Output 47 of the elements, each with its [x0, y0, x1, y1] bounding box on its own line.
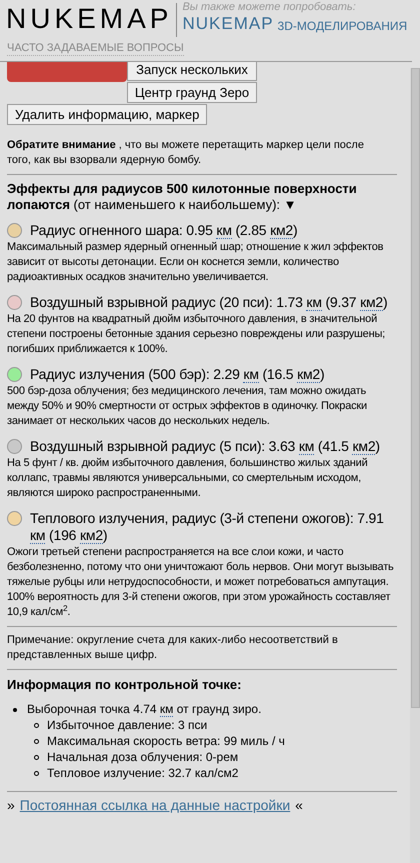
checkpoint-item: Выборочная точка 4.74 км от граунд зиро. [27, 701, 262, 717]
effect-description: На 5 фунт / кв. дюйм избыточного давления, большинство жилых зданий коллапс, травмы являются универсальными, со смертельным исходом, являются широко распространенными. [7, 456, 369, 501]
effect-title: Воздушный взрывной радиус (5 пси): 3.63 км (41.5 км2) [30, 438, 380, 455]
circle-bullet-icon [34, 755, 39, 760]
effect-title: Радиус излучения (500 бэр): 2.29 км (16.5 км2) [30, 366, 324, 383]
circle-bullet-icon [34, 723, 39, 728]
unit-abbreviation: км [216, 222, 232, 239]
site-logo[interactable]: NUKEMAP [0, 0, 172, 36]
scrollbar-track[interactable] [410, 68, 420, 863]
effect-description: Ожоги третьей степени распространяется на все слои кожи, и часто безболезненно, потому что они уничтожают боль нервов. Они могут вызывать тяжелые рубцы или нетрудоспособности, и может потребоваться ампутация. 100% вероятность для 3-й степени ожогов, при этом урожайность составляет 10,9 кал/см$^{2}$. [7, 545, 395, 620]
rounding-note: Примечание: округление счета для каких-либо несоответствий в представленных выше цифр. [7, 633, 339, 663]
link-marker: « [295, 796, 303, 814]
circle-bullet-icon [34, 739, 39, 744]
unit-abbreviation: км2 [360, 294, 383, 311]
unit-abbreviation: км2 [352, 438, 376, 455]
effect-description: На 20 фунтов на квадратный дюйм избыточного давления, в значительной степени построены бетонные здания серьезно повреждены или разрушены; погибших приближается к 100%. [7, 312, 386, 357]
checkpoint-subitem: Максимальная скорость ветра: 99 миль / ч [47, 733, 285, 749]
circle-bullet-icon [34, 771, 39, 776]
checkpoint-subitem: Тепловое излучение: 32.7 кал/см2 [47, 765, 238, 781]
effect-title: Воздушный взрывной радиус (20 пси): 1.73 км (9.37 км2) [30, 294, 388, 311]
unit-abbreviation: км [243, 366, 259, 383]
nav-link[interactable]: NUKEMAP [182, 14, 274, 34]
effect-title: Теплового излучения, радиус (3-й степени ожогов): 7.91 км (196 км2) [30, 510, 385, 544]
effect-title: Радиус огненного шара: 0.95 км (2.85 км2) [30, 222, 298, 239]
center-ground-zero-button[interactable]: Центр граунд Зеро [127, 82, 257, 103]
clear-marker-button[interactable]: Удалить информацию, маркер [7, 104, 208, 125]
bullet-icon [13, 708, 17, 712]
launch-multiple-button[interactable]: Запуск нескольких [127, 62, 257, 81]
unit-abbreviation: км [298, 438, 314, 455]
effects-heading: Эффекты для радиусов 500 килотонные поверхности лопаются (от наименьшего к наибольшему): ▼ [7, 181, 358, 213]
effect-description: Максимальный размер ядерный огненный шар; отношение к жил эффектов зависит от высоты детонации. Если он коснется земли, количество радиоактивных осадков значительно увеличивается. [7, 240, 384, 285]
unit-abbreviation: км [160, 702, 174, 717]
also-try-label: Вы также можете попробовать: [182, 0, 357, 14]
link-marker: » [7, 796, 15, 814]
permalink-link[interactable]: Постоянная ссылка на данные настройки [20, 796, 290, 814]
nav-link[interactable]: 3D-МОДЕЛИРОВАНИЯ [278, 18, 408, 34]
unit-abbreviation: км2 [270, 222, 294, 239]
checkpoint-heading: Информация по контрольной точке: [7, 676, 242, 693]
checkpoint-subitem: Начальная доза облучения: 0-рем [47, 749, 238, 765]
checkpoint-subitem: Избыточное давление: 3 пси [47, 717, 208, 733]
effect-description: 500 бэр-доза облучения; без медицинского лечения, там можно ожидать между 50% и 90% смертности от острых эффектов в одиночку. Покраски занимает от нескольких часов до нескольких недель. [7, 384, 368, 429]
scrollbar-thumb[interactable] [411, 68, 420, 708]
unit-abbreviation: км [306, 294, 322, 311]
unit-abbreviation: км2 [80, 527, 103, 544]
unit-abbreviation: км [30, 527, 46, 544]
unit-abbreviation: км2 [297, 366, 320, 383]
notice-text: Обратите внимание , что вы можете перетащить маркер цели после того, как вы взорвали ядерную бомбу. [7, 138, 365, 168]
